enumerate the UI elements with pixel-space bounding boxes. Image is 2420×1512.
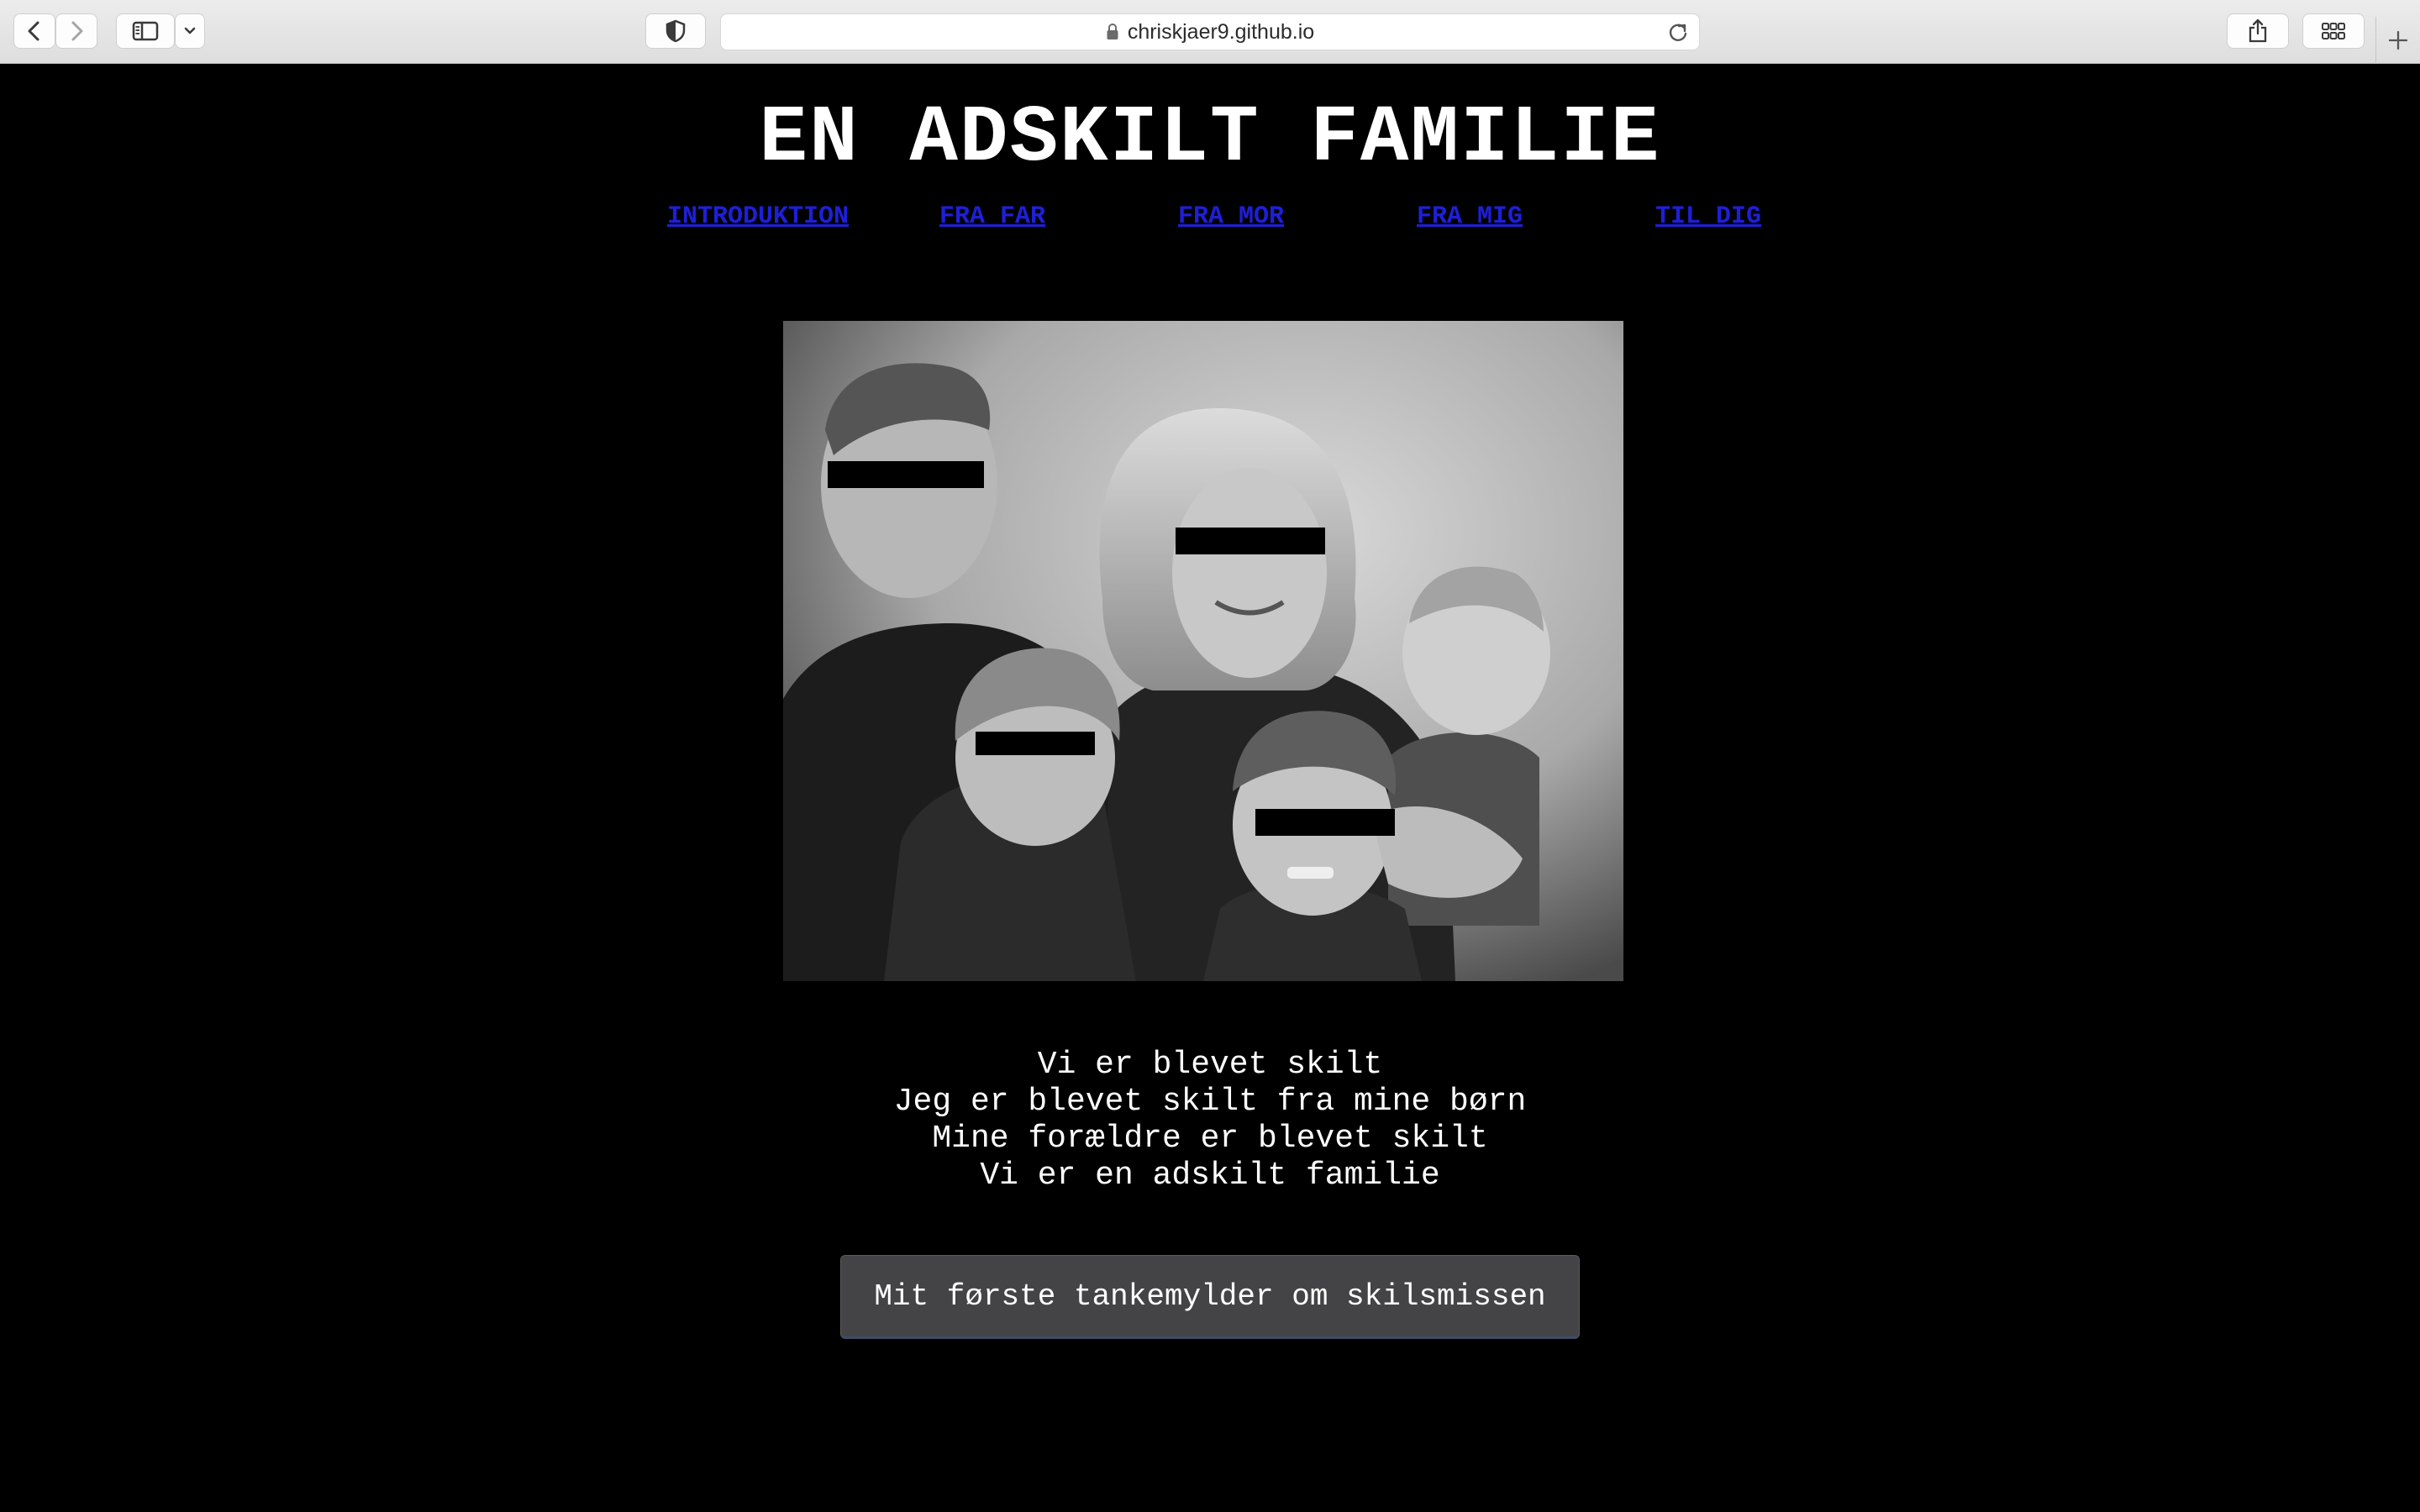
poem: Vi er blevet skilt Jeg er blevet skilt f… (0, 1047, 2420, 1194)
reload-icon[interactable] (1667, 21, 1689, 43)
tab-overview-button[interactable] (2302, 13, 2365, 49)
nav-link-fra-mor[interactable]: FRA MOR (1178, 202, 1284, 231)
nav-link-fra-far[interactable]: FRA FAR (939, 202, 1045, 231)
chevron-right-icon (71, 21, 83, 41)
page-content: EN ADSKILT FAMILIE INTRODUKTION FRA FAR … (0, 64, 2420, 1512)
chevron-left-icon (28, 21, 39, 41)
chevron-down-icon (184, 27, 196, 34)
share-icon (2249, 18, 2267, 43)
site-title: EN ADSKILT FAMILIE (759, 92, 1661, 184)
grid-icon (2322, 23, 2345, 39)
sidebar-icon (132, 21, 159, 41)
shield-icon (666, 19, 686, 43)
poem-line: Vi er blevet skilt (1037, 1047, 1383, 1083)
new-tab-button[interactable] (2375, 17, 2420, 64)
sidebar-menu-button[interactable] (175, 13, 205, 49)
poem-line: Vi er en adskilt familie (980, 1158, 1440, 1194)
address-bar[interactable]: chriskjaer9.github.io (720, 13, 1700, 50)
nav-link-fra-mig[interactable]: FRA MIG (1417, 202, 1523, 231)
poem-line: Jeg er blevet skilt fra mine børn (893, 1084, 1527, 1120)
forward-button[interactable] (55, 13, 97, 49)
plus-icon (2388, 30, 2408, 50)
nav-link-til-dig[interactable]: TIL DIG (1655, 202, 1761, 231)
back-button[interactable] (13, 13, 55, 49)
poem-line: Mine forældre er blevet skilt (932, 1121, 1488, 1157)
browser-toolbar: chriskjaer9.github.io (0, 0, 2420, 64)
share-button[interactable] (2227, 13, 2289, 49)
lock-icon (1107, 23, 1118, 39)
address-bar-url: chriskjaer9.github.io (1127, 19, 1315, 44)
privacy-report-button[interactable] (645, 13, 706, 49)
first-thoughts-button[interactable]: Mit første tankemylder om skilsmissen (840, 1255, 1580, 1339)
sidebar-button[interactable] (116, 13, 175, 49)
family-photo (783, 321, 1623, 981)
nav-link-introduktion[interactable]: INTRODUKTION (667, 202, 849, 231)
